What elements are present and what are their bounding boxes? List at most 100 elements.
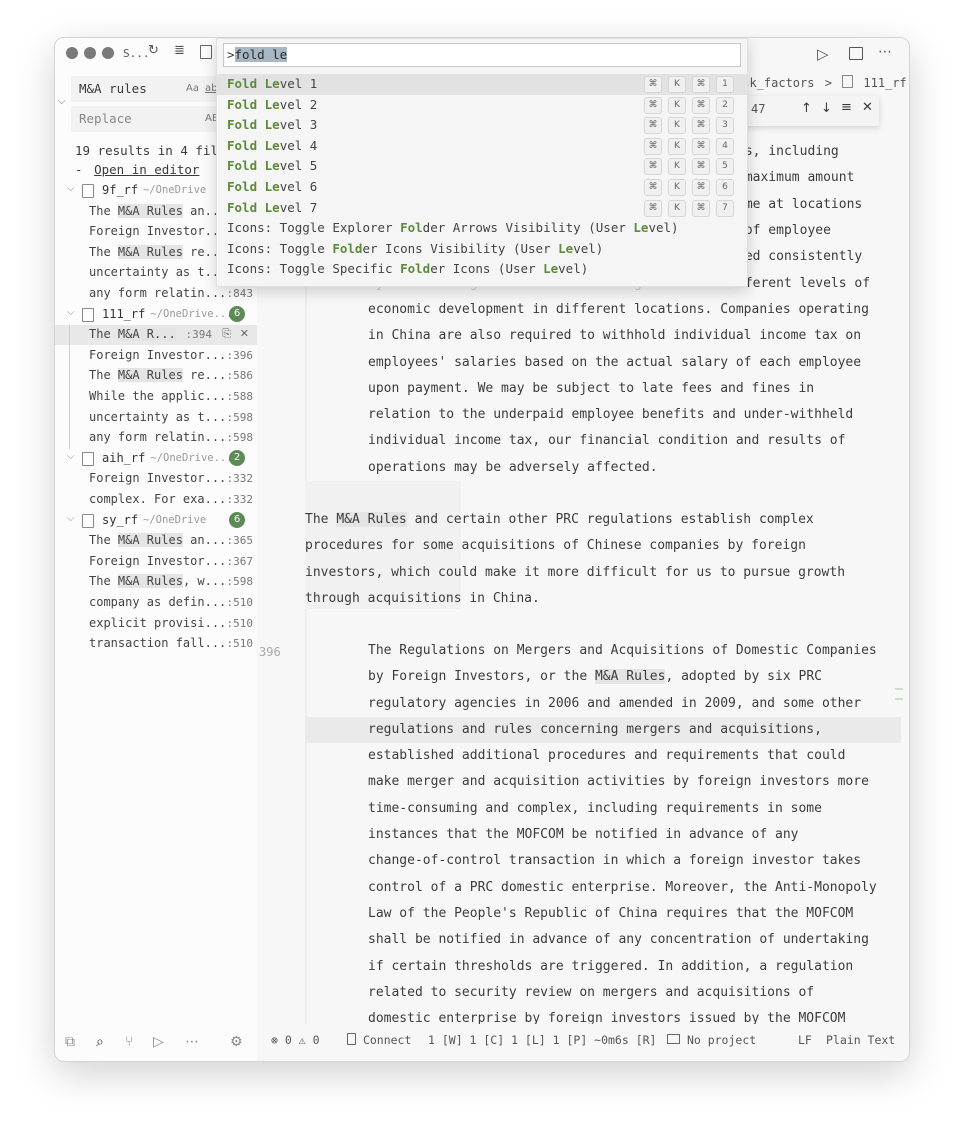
next-match-icon[interactable]: ↓ [821,101,832,116]
search-result-item[interactable]: The M&A R...:394 ⎘ ✕ [55,325,257,346]
keybinding-key: ⌘ [644,137,662,155]
query-match: Le [264,199,280,215]
chevron-down-icon[interactable]: ⌵ [67,183,75,194]
result-line-number: :598 [226,575,254,589]
search-result-item[interactable]: The M&A Rules an...:365 [55,531,257,551]
search-result-item[interactable]: company as defin...:510 [55,593,257,613]
new-file-icon[interactable] [200,45,212,59]
result-file-sy_rf[interactable]: ⌵ sy_rf ~/OneDrive 6 [55,511,257,531]
search-result-item[interactable]: any form relatin...:598 [55,428,257,448]
text-line: relation to the underpaid employee benef… [368,407,854,423]
zoom-window-button[interactable] [102,47,114,59]
keybinding-key: 7 [716,199,734,217]
keybinding-key: ⌘ [692,137,710,155]
command-palette: >fold le Fold Level 1 ⌘ K ⌘ 1 Fold Level 2 ⌘ K ⌘… [216,38,748,287]
paragraph-1-fragment: fferent levels of [737,275,871,291]
files-icon[interactable]: ⧉ [65,1034,75,1050]
command-item[interactable]: Icons: Toggle Specific Folder Icons (Use… [217,259,747,280]
close-find-icon[interactable]: ✕ [862,100,873,115]
close-window-button[interactable] [66,47,78,59]
find-in-selection-icon[interactable]: ≡ [841,100,852,115]
label-part: vel 5 [279,158,318,174]
command-item[interactable]: Icons: Toggle Explorer Folder Arrows Vis… [217,218,747,239]
search-result-item[interactable]: While the applic...:588 [55,387,257,407]
previous-match-icon[interactable]: ↑ [801,101,812,116]
search-result-item[interactable]: Foreign Investor...:396 [55,346,257,366]
text-line: economic development in different locati… [368,302,869,317]
open-in-editor-link[interactable]: Open in editor [94,162,199,177]
command-item[interactable]: Fold Level 6 ⌘ K ⌘ 6 [217,177,747,198]
paragraph-1-fragment: ime at locations [737,196,863,212]
search-result-item[interactable]: uncertainty as t...:598 [55,408,257,428]
result-text: The M&A Rules re... [89,368,227,383]
result-text: The M&A Rules re... [89,244,227,259]
result-file-aih_rf[interactable]: ⌵ aih_rf ~/OneDrive... 2 [55,449,257,469]
chevron-down-icon[interactable]: ⌵ [67,451,75,462]
query-match: Le [264,158,280,174]
result-text: Foreign Investor... [89,471,227,486]
command-item[interactable]: Icons: Toggle Folder Icons Visibility (U… [217,239,747,260]
open-in-editor-row: - Open in editor [75,162,199,177]
search-result-item[interactable]: The M&A Rules, w...:598 [55,572,257,592]
command-item[interactable]: Fold Level 4 ⌘ K ⌘ 4 [217,136,747,157]
match-case-icon[interactable]: Aa [186,83,199,94]
command-item[interactable]: Fold Level 7 ⌘ K ⌘ 7 [217,198,747,219]
counters-status: 1 [W] 1 [C] 1 [L] 1 [P] ~0m6s [R] [428,1033,657,1047]
errors-status[interactable]: ⊗ 0 ⚠ 0 [271,1033,320,1047]
source-control-icon[interactable]: ⑂ [125,1034,133,1050]
match-count-badge: 2 [229,449,245,466]
command-palette-input[interactable]: >fold le [223,43,741,67]
toggle-replace-chevron-icon[interactable]: ⌵ [58,96,66,107]
command-item[interactable]: Fold Level 1 ⌘ K ⌘ 1 [217,74,747,95]
minimize-window-button[interactable] [84,47,96,59]
run-debug-icon[interactable]: ▷ [153,1034,164,1050]
clear-results-icon[interactable]: ≣ [174,43,185,58]
replace-placeholder: Replace [79,111,132,126]
search-result-item[interactable]: Foreign Investor...:367 [55,552,257,572]
search-result-item[interactable]: The M&A Rules re...:586 [55,366,257,386]
label-part: Icons: Toggle Explorer [227,220,401,236]
editor-scrollbar[interactable] [897,38,905,1024]
text-line: The M&A Rules and certain other PRC regu… [305,512,814,527]
keybinding-key: 2 [716,96,734,114]
result-text: Foreign Investor... [89,224,227,239]
refresh-icon[interactable]: ↻ [148,43,159,58]
command-item[interactable]: Fold Level 3 ⌘ K ⌘ 3 [217,115,747,136]
settings-gear-icon[interactable]: ⚙ [230,1034,243,1050]
text-line: time-consuming and complex, including re… [368,800,822,816]
command-item[interactable]: Fold Level 5 ⌘ K ⌘ 5 [217,156,747,177]
label-part: Icons: Toggle Specific [227,261,401,277]
text-line: through acquisitions in China. [305,590,540,606]
more-icon[interactable]: ⋯ [185,1034,199,1050]
match-highlight: M&A Rules [117,574,183,589]
more-actions-icon[interactable]: ⋯ [878,44,892,60]
result-line-number: :598 [226,431,254,445]
result-file-111_rf[interactable]: ⌵ 111_rf ~/OneDrive... 6 [55,305,257,325]
split-editor-icon[interactable] [849,47,863,60]
command-item[interactable]: Fold Level 2 ⌘ K ⌘ 2 [217,95,747,116]
file-icon [82,451,94,466]
chevron-down-icon[interactable]: ⌵ [67,307,75,318]
dismiss-icon[interactable]: ✕ [240,327,249,340]
search-result-item[interactable]: Foreign Investor...:332 [55,469,257,489]
connect-status[interactable]: Connect [347,1033,411,1047]
results-summary: 19 results in 4 fil [75,143,218,158]
keybinding-key: ⌘ [644,96,662,114]
project-status[interactable]: No project [667,1033,756,1047]
search-result-item[interactable]: transaction fall...:510 [55,634,257,654]
language-status[interactable]: Plain Text [826,1033,895,1047]
search-result-item[interactable]: complex. For exa...:332 [55,490,257,510]
eol-status[interactable]: LF [798,1033,812,1047]
label-part [257,76,265,91]
activity-bar: ⧉ ⌕ ⑂ ▷ ⋯ ⚙ [55,1024,257,1061]
keybinding-key: ⌘ [692,199,710,217]
keybinding-key: ⌘ [644,158,662,176]
search-result-item[interactable]: explicit provisi...:510 [55,614,257,634]
label-part [257,97,265,112]
search-result-item[interactable]: any form relatin...:843 [55,284,257,304]
replace-icon[interactable]: ⎘ [222,327,231,341]
run-icon[interactable]: ▷ [817,45,829,63]
chevron-down-icon[interactable]: ⌵ [67,513,75,524]
search-icon[interactable]: ⌕ [96,1034,104,1050]
connect-label: Connect [362,1033,412,1047]
